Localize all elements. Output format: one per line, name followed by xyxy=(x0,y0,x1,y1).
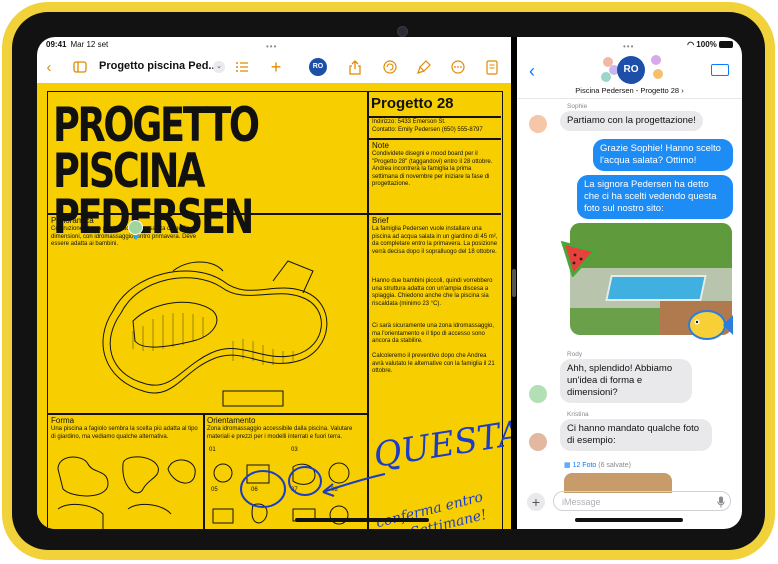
pages-pane: 09:41 Mar 12 set ••• ‹ Progetto piscina P… xyxy=(37,37,511,529)
group-avatar-cluster[interactable]: RO xyxy=(601,53,663,87)
message-bubble-outgoing[interactable]: La signora Pedersen ha detto che ci ha s… xyxy=(577,175,733,219)
photo-stack-label[interactable]: ▦ 12 Foto (6 salvate) xyxy=(564,461,631,469)
message-bubble-incoming[interactable]: Ci hanno mandato qualche foto di esempio… xyxy=(560,419,712,451)
pool-wireframe-illustration xyxy=(102,260,328,407)
sidebar-icon[interactable] xyxy=(71,53,89,81)
document-title[interactable]: Progetto piscina Ped... xyxy=(99,60,218,72)
front-camera xyxy=(397,26,408,37)
group-avatar: RO xyxy=(617,56,645,84)
back-chevron-icon[interactable]: ‹ xyxy=(529,61,535,82)
message-bubble-incoming[interactable]: Ahh, splendido! Abbiamo un'idea di forma… xyxy=(560,359,692,403)
collaborator-cursor-avatar xyxy=(128,220,143,235)
home-indicator[interactable] xyxy=(575,518,683,522)
status-time: 09:41 Mar 12 set xyxy=(46,40,109,49)
panoramica-title: Panoramica xyxy=(51,216,94,225)
multitasking-dots[interactable]: ••• xyxy=(623,42,634,51)
list-icon[interactable] xyxy=(233,53,251,81)
screen: 09:41 Mar 12 set ••• ‹ Progetto piscina P… xyxy=(37,37,742,529)
project-address: Indirizzo: 5433 Emerson St. xyxy=(372,119,446,125)
forma-title: Forma xyxy=(51,416,75,425)
document-setup-icon[interactable] xyxy=(483,53,501,81)
title-menu-chevron-icon[interactable]: ⌄ xyxy=(213,61,225,73)
header-separator xyxy=(517,98,742,99)
sender-name: Kristina xyxy=(567,411,589,418)
sender-avatar xyxy=(529,385,547,403)
project-contact: Contatto: Emily Pedersen (650) 555-8797 xyxy=(372,127,483,133)
note-text: Condividete disegni e mood board per il … xyxy=(372,151,493,188)
brief-text-1: La famiglia Pedersen vuole installare un… xyxy=(372,226,498,255)
grid-divider xyxy=(47,213,501,215)
shape-options-illustration xyxy=(57,456,196,529)
grid-divider xyxy=(47,413,367,415)
sender-avatar xyxy=(529,433,547,451)
message-bubble-incoming[interactable]: Partiamo con la progettazione! xyxy=(560,111,703,131)
note-title: Note xyxy=(372,141,389,150)
add-icon[interactable]: + xyxy=(267,53,285,81)
collaborator-cursor-icon xyxy=(132,235,140,240)
handwritten-arrow-icon xyxy=(322,473,386,497)
brief-text-2: Hanno due bambini piccoli, quindi vorreb… xyxy=(372,278,493,307)
video-call-icon[interactable] xyxy=(711,64,729,76)
orientamento-text: Zona idromassaggio accessibile dalla pis… xyxy=(207,426,353,440)
grid-divider xyxy=(203,413,205,529)
undo-icon[interactable] xyxy=(381,53,399,81)
sender-avatar xyxy=(529,115,547,133)
brief-text-3: Ci sarà sicuramente una zona idromassagg… xyxy=(372,323,495,345)
message-input[interactable]: iMessage xyxy=(553,491,731,511)
sender-name: Rody xyxy=(567,351,583,358)
member-avatar xyxy=(651,55,661,65)
member-avatar xyxy=(653,69,663,79)
split-view-divider-handle[interactable] xyxy=(512,269,516,297)
collaboration-avatar[interactable]: RO xyxy=(309,58,327,76)
watermelon-sticker[interactable] xyxy=(559,237,599,278)
message-bubble-outgoing[interactable]: Grazie Sophie! Hanno scelto l'acqua sala… xyxy=(593,139,733,171)
wifi-icon: ◠ xyxy=(687,40,695,49)
pages-toolbar: ‹ Progetto piscina Ped... ⌄ + RO xyxy=(37,53,511,83)
fish-sticker[interactable] xyxy=(687,305,733,345)
grid-divider xyxy=(367,91,369,529)
status-indicators: ◠ 100% xyxy=(687,40,733,49)
brief-title: Brief xyxy=(372,216,389,225)
share-icon[interactable] xyxy=(346,53,364,81)
document-canvas[interactable]: PROGETTO PISCINA PEDERSEN Progetto 28 In… xyxy=(37,83,511,529)
back-chevron-icon[interactable]: ‹ xyxy=(41,53,57,81)
format-brush-icon[interactable] xyxy=(415,53,433,81)
brief-text-4: Calcoleremo il preventivo dopo che Andre… xyxy=(372,353,495,375)
multitasking-dots[interactable]: ••• xyxy=(266,42,277,51)
forma-text: Una piscina a fagiolo sembra la scelta p… xyxy=(51,426,198,440)
project-number: Progetto 28 xyxy=(371,95,454,112)
battery-icon xyxy=(719,41,733,49)
home-indicator[interactable] xyxy=(295,518,429,522)
more-icon[interactable] xyxy=(449,53,467,81)
orientamento-title: Orientamento xyxy=(207,416,256,425)
messages-pane: ••• ◠ 100% ‹ RO Piscina Pedersen - Proge… xyxy=(517,37,742,529)
grid-divider xyxy=(367,116,501,118)
microphone-icon[interactable] xyxy=(717,495,725,513)
group-name[interactable]: Piscina Pedersen - Progetto 28 › xyxy=(517,86,742,95)
sender-name: Sophie xyxy=(567,103,588,110)
grid-divider xyxy=(367,138,501,140)
apps-plus-button[interactable]: + xyxy=(527,493,545,511)
compose-bar: + iMessage xyxy=(517,487,742,529)
